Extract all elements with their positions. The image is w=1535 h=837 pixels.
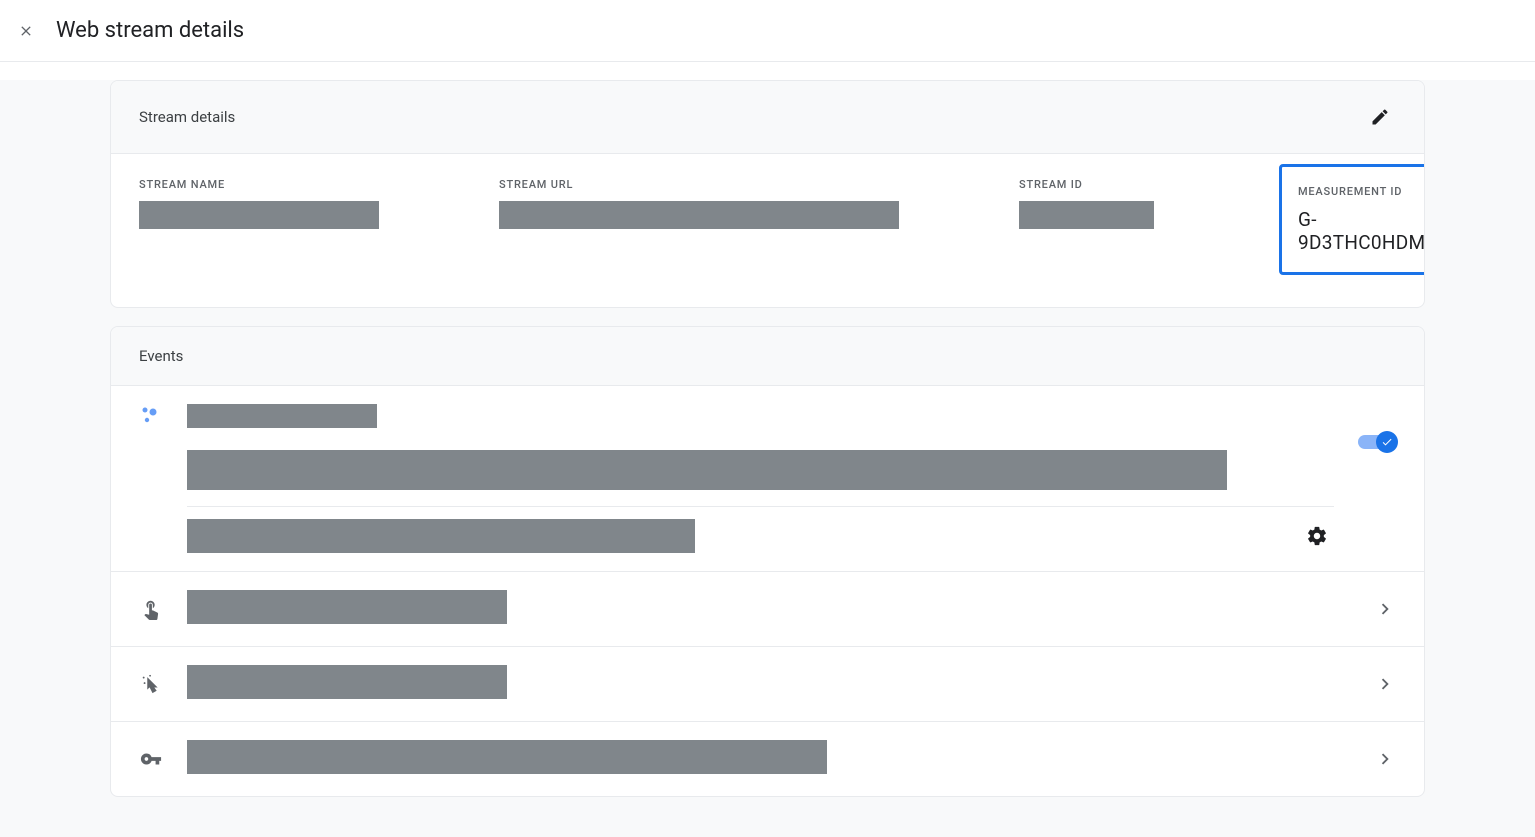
measurement-id-field: MEASUREMENT ID G-9D3THC0HDM <box>1279 178 1425 275</box>
redacted-stream-id <box>1019 201 1154 229</box>
stream-details-row: STREAM NAME STREAM URL STREAM ID MEASURE… <box>111 154 1424 307</box>
page-header: Web stream details <box>0 0 1535 62</box>
event-row-touch[interactable] <box>111 571 1424 646</box>
redacted-stream-name <box>139 201 379 229</box>
content-area: Stream details STREAM NAME STREAM URL ST… <box>0 80 1535 837</box>
redacted-stream-url <box>499 201 899 229</box>
chevron-right-icon <box>1374 673 1396 695</box>
redacted-event-row-3 <box>187 740 827 774</box>
page-title: Web stream details <box>56 18 244 43</box>
stream-url-label: STREAM URL <box>499 178 1019 191</box>
redacted-event-desc-1 <box>187 450 1227 490</box>
close-button[interactable] <box>14 19 38 43</box>
event-row-key[interactable] <box>111 721 1424 796</box>
gear-icon <box>1306 525 1328 547</box>
redacted-event-desc-2 <box>187 519 695 553</box>
stream-name-label: STREAM NAME <box>139 178 499 191</box>
redacted-event-row-1 <box>187 590 507 624</box>
events-header: Events <box>111 327 1424 386</box>
enhanced-measurement-content <box>187 404 1334 553</box>
edit-button[interactable] <box>1364 101 1396 133</box>
cursor-click-icon <box>139 672 163 696</box>
measurement-id-highlight: MEASUREMENT ID G-9D3THC0HDM <box>1279 164 1425 275</box>
events-card: Events <box>110 326 1425 797</box>
stream-details-title: Stream details <box>139 108 235 126</box>
sparkle-icon <box>139 404 163 428</box>
key-icon <box>139 747 163 771</box>
check-icon <box>1381 436 1393 448</box>
chevron-right-icon <box>1374 598 1396 620</box>
touch-icon <box>139 597 163 621</box>
redacted-event-title-1 <box>187 404 377 428</box>
event-row-click[interactable] <box>111 646 1424 721</box>
stream-url-field: STREAM URL <box>499 178 1019 275</box>
close-icon <box>18 23 34 39</box>
pencil-icon <box>1370 107 1390 127</box>
chevron-right-icon <box>1374 748 1396 770</box>
stream-id-label: STREAM ID <box>1019 178 1279 191</box>
settings-button[interactable] <box>1300 519 1334 553</box>
enhanced-measurement-toggle[interactable] <box>1358 432 1396 452</box>
measurement-id-value: G-9D3THC0HDM <box>1298 208 1425 254</box>
measurement-id-label: MEASUREMENT ID <box>1298 185 1425 198</box>
stream-id-field: STREAM ID <box>1019 178 1279 275</box>
stream-details-header: Stream details <box>111 81 1424 154</box>
redacted-event-row-2 <box>187 665 507 699</box>
stream-name-field: STREAM NAME <box>139 178 499 275</box>
stream-details-card: Stream details STREAM NAME STREAM URL ST… <box>110 80 1425 308</box>
enhanced-measurement-row <box>111 386 1424 571</box>
events-title: Events <box>139 347 183 365</box>
